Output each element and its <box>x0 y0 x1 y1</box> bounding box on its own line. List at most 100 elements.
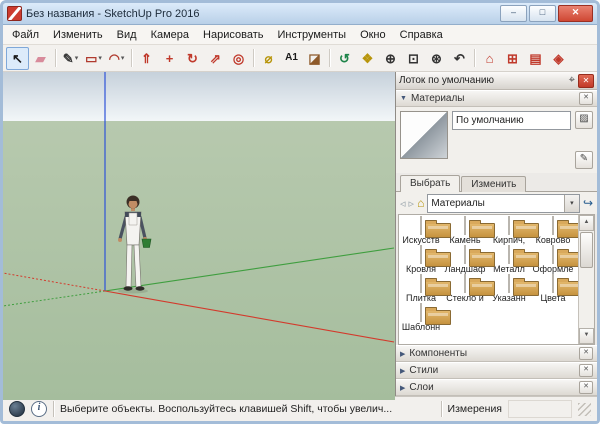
sample-paint-button[interactable]: ✎ <box>575 151 593 169</box>
folder-icon <box>557 278 578 296</box>
pan-tool-button[interactable]: ❖ <box>356 47 379 70</box>
info-icon[interactable]: i <box>31 401 47 417</box>
orbit-tool-button[interactable]: ↺ <box>333 47 356 70</box>
scroll-down-button[interactable]: ▼ <box>579 328 594 344</box>
menu-item[interactable]: Окно <box>353 27 393 43</box>
folder-icon <box>513 278 539 296</box>
folder-icon <box>425 249 451 267</box>
material-category[interactable]: Кровля <box>400 245 451 274</box>
zoom-icon: ⊕ <box>385 50 396 66</box>
folder-icon <box>425 278 451 296</box>
materials-section-header[interactable]: ▼ Материалы ✕ <box>396 90 597 107</box>
menu-item[interactable]: Файл <box>5 27 46 43</box>
scroll-up-button[interactable]: ▲ <box>579 215 594 231</box>
material-preview-thumbnail[interactable] <box>400 111 448 159</box>
chevron-right-icon: ▶ <box>400 350 406 358</box>
pan-icon: ❖ <box>361 50 374 66</box>
home-button[interactable]: ⌂ <box>417 196 424 210</box>
close-button[interactable]: ✕ <box>558 5 593 22</box>
geolocation-icon[interactable] <box>9 401 25 417</box>
scale-icon: ⇗ <box>210 50 221 66</box>
select-tool-button[interactable]: ↖ <box>6 46 29 70</box>
dropdown-arrow-icon[interactable]: ▾ <box>75 54 79 62</box>
materials-scrollbar[interactable]: ▲ ▼ <box>578 215 594 344</box>
select-icon: ↖ <box>12 50 23 66</box>
previous-icon: ↶ <box>454 50 465 66</box>
scrollbar-thumb[interactable] <box>580 232 593 268</box>
previous-tool-button[interactable]: ↶ <box>448 47 471 70</box>
folder-icon <box>513 220 539 238</box>
push-pull-icon: ⇑ <box>141 50 152 66</box>
measurement-input[interactable] <box>508 400 572 418</box>
dropdown-arrow-icon[interactable]: ▾ <box>121 54 125 62</box>
rotate-tool-button[interactable]: ↻ <box>181 47 204 70</box>
section-close-button[interactable]: ✕ <box>579 381 593 394</box>
tray-section-header[interactable]: ▶ Стили ✕ <box>396 362 597 379</box>
section-close-button[interactable]: ✕ <box>579 364 593 377</box>
minimize-button[interactable]: – <box>500 5 527 22</box>
resize-grip[interactable] <box>578 402 591 416</box>
create-material-icon: ▨ <box>579 113 589 124</box>
styles-tool-button[interactable]: ◈ <box>547 47 570 70</box>
tray-close-button[interactable]: ✕ <box>578 73 594 88</box>
paint-bucket-tool-button[interactable]: ◪ <box>303 47 326 70</box>
back-button[interactable]: ◃ <box>400 197 406 210</box>
tab-edit[interactable]: Изменить <box>461 176 527 192</box>
pin-icon[interactable]: ⌖ <box>569 74 575 87</box>
3d-warehouse-tool-button[interactable]: ⌂ <box>478 47 501 70</box>
material-category[interactable]: Плитка <box>400 274 451 303</box>
tape-measure-tool-button[interactable]: ⌀ <box>257 47 280 70</box>
menu-item[interactable]: Справка <box>393 27 450 43</box>
menu-item[interactable]: Нарисовать <box>196 27 270 43</box>
create-material-button[interactable]: ▨ <box>575 111 593 129</box>
maximize-button[interactable]: □ <box>529 5 556 22</box>
default-tray: Лоток по умолчанию ⌖ ✕ ▼ Материалы ✕ По … <box>396 72 597 396</box>
forward-button[interactable]: ▹ <box>409 197 415 210</box>
3d-warehouse-icon: ⌂ <box>485 50 494 66</box>
status-message: Выберите объекты. Воспользуйтесь клавише… <box>60 403 393 415</box>
material-name-field[interactable]: По умолчанию <box>452 111 571 130</box>
tray-section-header[interactable]: ▶ Компоненты ✕ <box>396 345 597 362</box>
folder-icon <box>557 249 578 267</box>
extension-warehouse-tool-button[interactable]: ⊞ <box>501 47 524 70</box>
offset-tool-button[interactable]: ◎ <box>227 47 250 70</box>
tab-select[interactable]: Выбрать <box>400 175 461 192</box>
folder-icon <box>557 220 578 238</box>
collection-value: Материалы <box>431 197 485 209</box>
menu-item[interactable]: Вид <box>110 27 144 43</box>
title-bar[interactable]: Без названия - SketchUp Pro 2016 – □ ✕ <box>3 3 597 25</box>
material-preview-area: По умолчанию ▨ ✎ <box>396 107 597 173</box>
tray-section-header[interactable]: ▶ Слои ✕ <box>396 379 597 396</box>
arc-tool-button[interactable]: ◠ ▾ <box>105 47 128 70</box>
text-tool-button[interactable]: A1 <box>280 47 303 70</box>
line-tool-button[interactable]: ✎ ▾ <box>59 47 82 70</box>
move-tool-button[interactable]: + <box>158 47 181 70</box>
push-pull-tool-button[interactable]: ⇑ <box>135 47 158 70</box>
scale-tool-button[interactable]: ⇗ <box>204 47 227 70</box>
dropdown-arrow-icon[interactable]: ▾ <box>98 54 102 62</box>
chevron-down-icon: ▼ <box>400 95 407 102</box>
toolbar-separator <box>329 49 330 67</box>
chevron-down-icon[interactable]: ▾ <box>563 194 579 212</box>
materials-grid: Искусств Камень Кирпич, Коврово Кровля Л… <box>399 215 578 344</box>
menu-item[interactable]: Инструменты <box>270 27 353 43</box>
zoom-window-tool-button[interactable]: ⊡ <box>402 47 425 70</box>
chevron-right-icon: ▶ <box>400 384 406 392</box>
sketchup-app-icon <box>7 6 22 21</box>
viewport-canvas[interactable] <box>3 72 396 400</box>
zoom-tool-button[interactable]: ⊕ <box>379 47 402 70</box>
details-button[interactable]: ↪ <box>583 196 593 210</box>
menu-item[interactable]: Камера <box>144 27 196 43</box>
application-window: Без названия - SketchUp Pro 2016 – □ ✕ Ф… <box>0 0 600 424</box>
collection-dropdown[interactable]: Материалы ▾ <box>427 193 580 213</box>
section-close-button[interactable]: ✕ <box>579 347 593 360</box>
shapes-tool-button[interactable]: ▭ ▾ <box>82 47 105 70</box>
material-category[interactable]: Шаблонн <box>400 303 451 332</box>
materials-close-button[interactable]: ✕ <box>579 92 593 105</box>
menu-item[interactable]: Изменить <box>46 27 110 43</box>
zoom-extents-tool-button[interactable]: ⊛ <box>425 47 448 70</box>
paint-bucket-icon: ◪ <box>308 50 321 66</box>
eraser-tool-button[interactable]: ▰ <box>29 47 52 70</box>
layout-tool-button[interactable]: ▤ <box>524 47 547 70</box>
material-category[interactable]: Искусств <box>400 216 451 245</box>
